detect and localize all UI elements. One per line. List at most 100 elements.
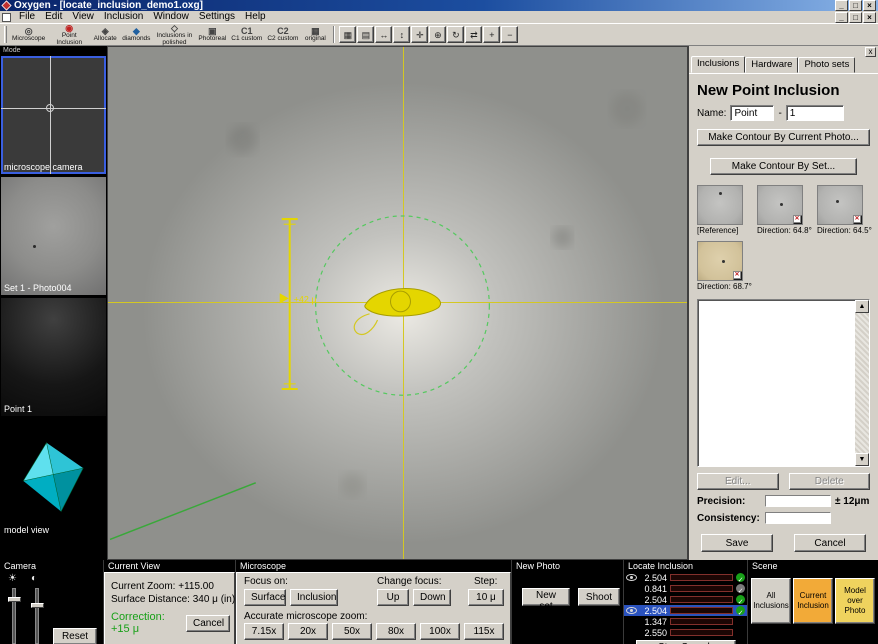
grid-icon[interactable]: ▦ [339, 26, 357, 43]
save-button[interactable]: Save [701, 534, 773, 552]
focus-up-button[interactable]: Up [377, 589, 409, 606]
all-inclusions-button[interactable]: All Inclusions [751, 578, 791, 624]
direction-thumbnail-3[interactable]: ✕ Direction: 68.7° [697, 241, 752, 291]
make-contour-photo-button[interactable]: Make Contour By Current Photo... [697, 129, 870, 146]
current-zoom-label: Current Zoom: [111, 581, 176, 592]
new-set-button[interactable]: New set [522, 588, 570, 612]
locate-row[interactable]: 2.504 [624, 605, 747, 616]
sidebar-item-microscope-camera[interactable]: microscope camera [1, 56, 106, 174]
zoom-115x-button[interactable]: 115x [464, 623, 504, 640]
zoom-100x-button[interactable]: 100x [420, 623, 460, 640]
bottom-panel: Camera ☀ ◐ Reset Current View Current Zo… [0, 560, 878, 644]
mdi-restore-icon[interactable]: □ [849, 11, 862, 23]
eye-icon[interactable] [626, 607, 637, 614]
list-scrollbar[interactable]: ▲ ▼ [855, 300, 869, 466]
brightness-slider[interactable] [8, 588, 21, 644]
name-number-input[interactable] [785, 105, 844, 121]
sidebar-item-point1[interactable]: Point 1 [1, 298, 106, 416]
swap-icon[interactable]: ⇄ [465, 26, 483, 43]
contrast-slider-handle[interactable] [31, 603, 44, 608]
zoom-80x-button[interactable]: 80x [376, 623, 416, 640]
mdi-close-icon[interactable]: × [863, 11, 876, 23]
toolbar-c1-custom-button[interactable]: C1 C1 custom [229, 24, 265, 45]
make-contour-set-button[interactable]: Make Contour By Set... [709, 158, 858, 175]
scroll-up-icon[interactable]: ▲ [855, 300, 869, 313]
measure-horizontal-icon[interactable]: ↔ [375, 26, 393, 43]
reference-thumbnail[interactable]: [Reference] [697, 185, 745, 235]
locate-row[interactable]: 2.504 [624, 594, 747, 605]
direction-marker-icon: ✕ [733, 271, 741, 279]
contour-thumbnails: [Reference] ✕ Direction: 64.8° ✕ Directi… [697, 185, 872, 291]
menu-help[interactable]: Help [240, 11, 271, 23]
scroll-track[interactable] [855, 313, 869, 453]
toolbar-original-button[interactable]: ▦ original [301, 24, 330, 45]
zoom-7-15x-button[interactable]: 7.15x [244, 623, 284, 640]
zoom-50x-button[interactable]: 50x [332, 623, 372, 640]
current-inclusion-button[interactable]: Current Inclusion [793, 578, 833, 624]
minimize-icon[interactable]: _ [835, 0, 848, 11]
crosshair-icon[interactable]: ✛ [411, 26, 429, 43]
focus-inclusion-button[interactable]: Inclusion [290, 589, 338, 606]
focus-down-button[interactable]: Down [413, 589, 451, 606]
current-zoom-value: +115.00 [178, 581, 214, 592]
window-title: Oxygen - [locate_inclusion_demo1.oxg] [14, 0, 203, 11]
tab-inclusions[interactable]: Inclusions [691, 56, 746, 73]
menu-view[interactable]: View [67, 11, 99, 23]
match-bar [670, 574, 733, 581]
menu-window[interactable]: Window [148, 11, 194, 23]
shoot-button[interactable]: Shoot [578, 588, 620, 606]
toolbar-c2-custom-button[interactable]: C2 C2 custom [265, 24, 301, 45]
toolbar: ◎ Microscope ◉ Point Inclusion ◈ Allocat… [0, 23, 878, 46]
delete-button[interactable]: Delete [788, 473, 870, 490]
menu-settings[interactable]: Settings [194, 11, 240, 23]
step-button[interactable]: 10 μ [468, 589, 504, 606]
tab-hardware[interactable]: Hardware [745, 57, 799, 73]
menu-file[interactable]: File [14, 11, 40, 23]
contour-list[interactable]: ▲ ▼ [697, 299, 870, 467]
toolbar-inclusions-in-polished-button[interactable]: ◇ Inclusions in polished [153, 23, 196, 45]
menu-inclusion[interactable]: Inclusion [99, 11, 148, 23]
correction-text: Correction: +15 μ [111, 611, 165, 635]
sidebar-item-model-view[interactable]: model view [1, 419, 106, 537]
zoom-out-icon[interactable]: − [501, 26, 519, 43]
camera-reset-button[interactable]: Reset [53, 628, 97, 644]
locate-row[interactable]: 0.841 [624, 583, 747, 594]
mdi-minimize-icon[interactable]: _ [835, 11, 848, 23]
correction-cancel-button[interactable]: Cancel [186, 614, 230, 632]
tab-photo-sets[interactable]: Photo sets [798, 57, 856, 73]
locate-row[interactable]: 2.504 [624, 572, 747, 583]
model-over-photo-button[interactable]: Model over Photo [835, 578, 875, 624]
rotate-icon[interactable]: ↻ [447, 26, 465, 43]
eye-icon[interactable] [626, 574, 637, 581]
microscope-viewport[interactable]: +42 μ [107, 46, 688, 560]
edit-button[interactable]: Edit... [697, 473, 779, 490]
zoom-20x-button[interactable]: 20x [288, 623, 328, 640]
toolbar-allocate-button[interactable]: ◈ Allocate [91, 24, 120, 45]
direction-thumbnail-1[interactable]: ✕ Direction: 64.8° [757, 185, 812, 235]
cancel-button[interactable]: Cancel [794, 534, 866, 552]
toolbar-diamonds-button[interactable]: ◆ diamonds [120, 24, 153, 45]
scroll-down-icon[interactable]: ▼ [855, 453, 869, 466]
surface-distance-label: Surface Distance: [111, 594, 190, 605]
menu-edit[interactable]: Edit [40, 11, 67, 23]
zoom-in-icon[interactable]: + [483, 26, 501, 43]
center-target-icon[interactable]: ⊕ [429, 26, 447, 43]
focus-surface-button[interactable]: Surface [244, 589, 286, 606]
contrast-slider[interactable] [31, 588, 44, 644]
toolbar-microscope-button[interactable]: ◎ Microscope [10, 24, 48, 45]
panel-close-icon[interactable]: x [865, 47, 876, 57]
locate-row[interactable]: 1.347 [624, 616, 747, 627]
name-label: Name: [697, 107, 727, 119]
close-icon[interactable]: × [863, 0, 876, 11]
direction-thumbnail-2[interactable]: ✕ Direction: 64.5° [817, 185, 872, 235]
locate-row[interactable]: 2.550 [624, 627, 747, 638]
restore-icon[interactable]: □ [849, 0, 862, 11]
measure-vertical-icon[interactable]: ↕ [393, 26, 411, 43]
brightness-slider-handle[interactable] [8, 597, 21, 602]
toolbar-point-inclusion-button[interactable]: ◉ Point Inclusion [48, 23, 91, 45]
panels-icon[interactable]: ▤ [357, 26, 375, 43]
stop-search-button[interactable]: Stop Search [635, 640, 736, 644]
name-input[interactable] [730, 105, 775, 121]
sidebar-item-photo-set[interactable]: Set 1 - Photo004 [1, 177, 106, 295]
toolbar-photoreal-button[interactable]: ▣ Photoreal [196, 24, 229, 45]
